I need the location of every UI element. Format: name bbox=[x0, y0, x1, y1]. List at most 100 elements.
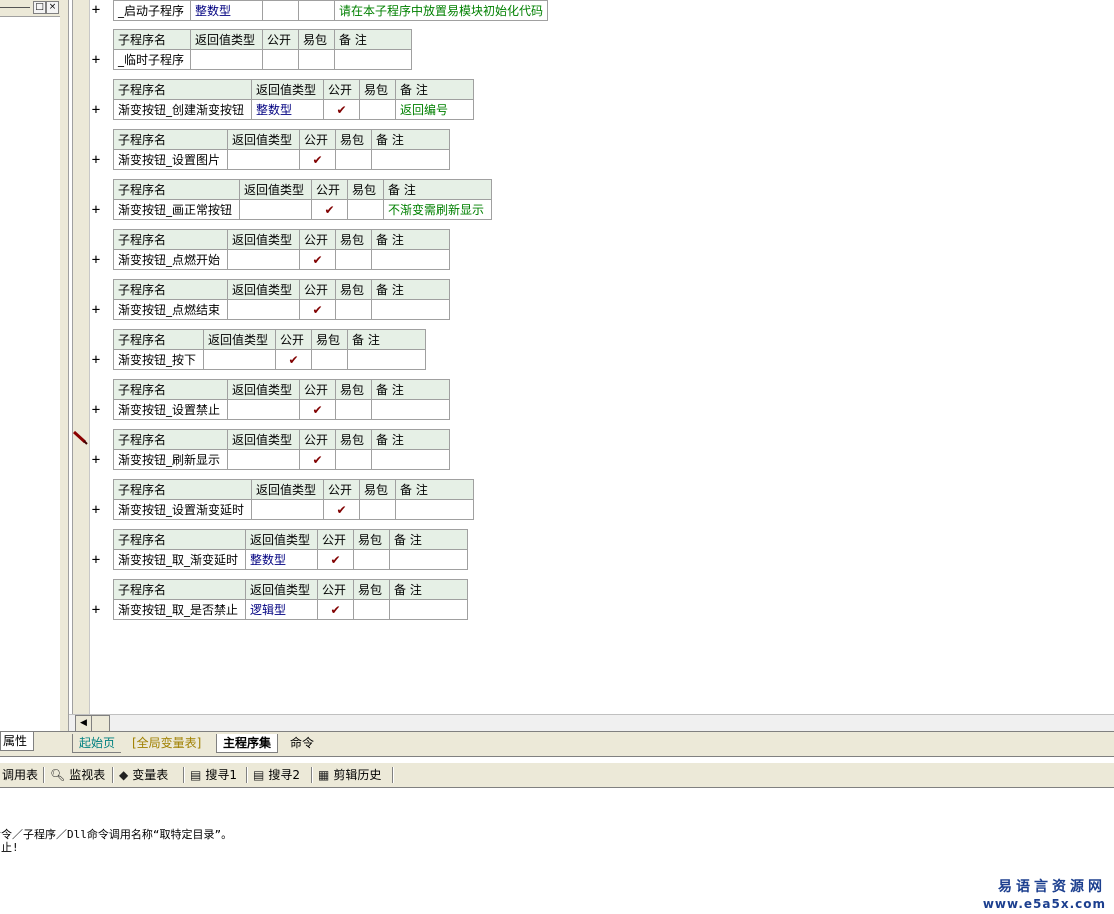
return-type[interactable] bbox=[203, 349, 276, 370]
return-type[interactable]: 逻辑型 bbox=[245, 599, 318, 620]
procedure-note[interactable] bbox=[371, 399, 450, 420]
easy-package-flag[interactable] bbox=[298, 49, 335, 70]
expand-button[interactable]: + bbox=[90, 503, 102, 517]
procedure-name[interactable]: 渐变按钮_设置图片 bbox=[113, 149, 228, 170]
return-type[interactable]: 整数型 bbox=[251, 99, 324, 120]
expand-button[interactable]: + bbox=[90, 53, 102, 67]
expand-button[interactable]: + bbox=[90, 553, 102, 567]
procedure-name[interactable]: 渐变按钮_设置禁止 bbox=[113, 399, 228, 420]
procedure-name[interactable]: _临时子程序 bbox=[113, 49, 191, 70]
public-flag[interactable]: ✔ bbox=[275, 349, 312, 370]
close-icon[interactable]: × bbox=[46, 1, 59, 14]
public-flag[interactable]: ✔ bbox=[317, 549, 354, 570]
public-flag[interactable]: ✔ bbox=[299, 249, 336, 270]
horizontal-scrollbar[interactable]: ◀ bbox=[69, 714, 1114, 732]
search2-button[interactable]: ▤ 搜寻2 bbox=[253, 766, 300, 784]
tab-start-page[interactable]: 起始页 bbox=[72, 734, 122, 753]
procedure-row[interactable]: 渐变按钮_点燃开始 ✔ bbox=[113, 249, 450, 270]
procedure-name[interactable]: 渐变按钮_创建渐变按钮 bbox=[113, 99, 252, 120]
return-type[interactable] bbox=[227, 299, 300, 320]
variable-table-button[interactable]: ◆ 变量表 bbox=[119, 766, 168, 784]
tab-properties[interactable]: 属性 bbox=[0, 732, 34, 751]
return-type[interactable] bbox=[227, 249, 300, 270]
public-flag[interactable]: ✔ bbox=[323, 499, 360, 520]
public-flag[interactable] bbox=[262, 0, 299, 21]
procedure-row[interactable]: 渐变按钮_设置图片 ✔ bbox=[113, 149, 450, 170]
procedure-row[interactable]: 渐变按钮_设置渐变延时 ✔ bbox=[113, 499, 474, 520]
return-type[interactable]: 整数型 bbox=[190, 0, 263, 21]
easy-package-flag[interactable] bbox=[335, 449, 372, 470]
procedure-row[interactable]: 渐变按钮_取_渐变延时 整数型 ✔ bbox=[113, 549, 468, 570]
call-table-button[interactable]: 调用表 bbox=[2, 766, 38, 784]
procedure-row[interactable]: 渐变按钮_创建渐变按钮 整数型 ✔ 返回编号 bbox=[113, 99, 474, 120]
procedure-name[interactable]: 渐变按钮_按下 bbox=[113, 349, 204, 370]
expand-button[interactable]: + bbox=[90, 253, 102, 267]
procedure-name[interactable]: 渐变按钮_点燃开始 bbox=[113, 249, 228, 270]
expand-button[interactable]: + bbox=[90, 603, 102, 617]
return-type[interactable] bbox=[239, 199, 312, 220]
public-flag[interactable]: ✔ bbox=[299, 399, 336, 420]
procedure-note[interactable] bbox=[395, 499, 474, 520]
procedure-row[interactable]: 渐变按钮_设置禁止 ✔ bbox=[113, 399, 450, 420]
output-panel[interactable]: 命令／子程序／Dll命令调用名称“取特定目录”。 中止! bbox=[0, 790, 1114, 914]
return-type[interactable] bbox=[190, 49, 263, 70]
public-flag[interactable]: ✔ bbox=[299, 299, 336, 320]
search1-button[interactable]: ▤ 搜寻1 bbox=[190, 766, 237, 784]
easy-package-flag[interactable] bbox=[359, 99, 396, 120]
public-flag[interactable]: ✔ bbox=[323, 99, 360, 120]
easy-package-flag[interactable] bbox=[335, 399, 372, 420]
easy-package-flag[interactable] bbox=[335, 149, 372, 170]
return-type[interactable] bbox=[227, 149, 300, 170]
panel-splitter[interactable] bbox=[60, 0, 69, 731]
easy-package-flag[interactable] bbox=[347, 199, 384, 220]
procedure-row[interactable]: 渐变按钮_刷新显示 ✔ bbox=[113, 449, 450, 470]
tab-global-vars[interactable]: [全局变量表] bbox=[126, 734, 207, 752]
procedure-note[interactable] bbox=[371, 299, 450, 320]
procedure-name[interactable]: 渐变按钮_取_是否禁止 bbox=[113, 599, 246, 620]
procedure-row[interactable]: 渐变按钮_取_是否禁止 逻辑型 ✔ bbox=[113, 599, 468, 620]
expand-button[interactable]: + bbox=[90, 153, 102, 167]
expand-button[interactable]: + bbox=[90, 203, 102, 217]
watch-table-button[interactable]: 🔍︎ 监视表 bbox=[50, 766, 105, 784]
expand-button[interactable]: + bbox=[90, 403, 102, 417]
procedure-name[interactable]: 渐变按钮_点燃结束 bbox=[113, 299, 228, 320]
return-type[interactable] bbox=[227, 399, 300, 420]
return-type[interactable] bbox=[251, 499, 324, 520]
procedure-note[interactable] bbox=[371, 449, 450, 470]
restore-icon[interactable]: □ bbox=[33, 1, 46, 14]
procedure-note[interactable]: 不渐变需刷新显示 bbox=[383, 199, 492, 220]
scroll-left-icon[interactable]: ◀ bbox=[75, 715, 92, 732]
easy-package-flag[interactable] bbox=[335, 249, 372, 270]
procedure-note[interactable] bbox=[334, 49, 412, 70]
easy-package-flag[interactable] bbox=[353, 599, 390, 620]
easy-package-flag[interactable] bbox=[359, 499, 396, 520]
procedure-name[interactable]: 渐变按钮_刷新显示 bbox=[113, 449, 228, 470]
procedure-row[interactable]: _临时子程序 bbox=[113, 49, 412, 70]
procedure-note[interactable] bbox=[389, 599, 468, 620]
expand-button[interactable]: + bbox=[90, 103, 102, 117]
easy-package-flag[interactable] bbox=[353, 549, 390, 570]
procedure-row[interactable]: _启动子程序 整数型 请在本子程序中放置易模块初始化代码 bbox=[113, 0, 549, 21]
expand-button[interactable]: + bbox=[90, 453, 102, 467]
public-flag[interactable]: ✔ bbox=[317, 599, 354, 620]
scroll-thumb[interactable] bbox=[91, 715, 110, 732]
tab-command[interactable]: 命令 bbox=[284, 734, 320, 752]
return-type[interactable] bbox=[227, 449, 300, 470]
public-flag[interactable]: ✔ bbox=[299, 149, 336, 170]
procedure-row[interactable]: 渐变按钮_点燃结束 ✔ bbox=[113, 299, 450, 320]
procedure-note[interactable]: 请在本子程序中放置易模块初始化代码 bbox=[333, 0, 549, 21]
public-flag[interactable] bbox=[262, 49, 299, 70]
procedure-note[interactable] bbox=[347, 349, 426, 370]
easy-package-flag[interactable] bbox=[335, 299, 372, 320]
expand-button[interactable]: + bbox=[90, 3, 102, 17]
return-type[interactable]: 整数型 bbox=[245, 549, 318, 570]
procedure-name[interactable]: _启动子程序 bbox=[113, 0, 191, 21]
procedure-note[interactable] bbox=[371, 249, 450, 270]
expand-button[interactable]: + bbox=[90, 303, 102, 317]
procedure-row[interactable]: 渐变按钮_画正常按钮 ✔ 不渐变需刷新显示 bbox=[113, 199, 492, 220]
public-flag[interactable]: ✔ bbox=[299, 449, 336, 470]
procedure-note[interactable] bbox=[389, 549, 468, 570]
procedure-note[interactable]: 返回编号 bbox=[395, 99, 474, 120]
procedure-name[interactable]: 渐变按钮_取_渐变延时 bbox=[113, 549, 246, 570]
easy-package-flag[interactable] bbox=[311, 349, 348, 370]
